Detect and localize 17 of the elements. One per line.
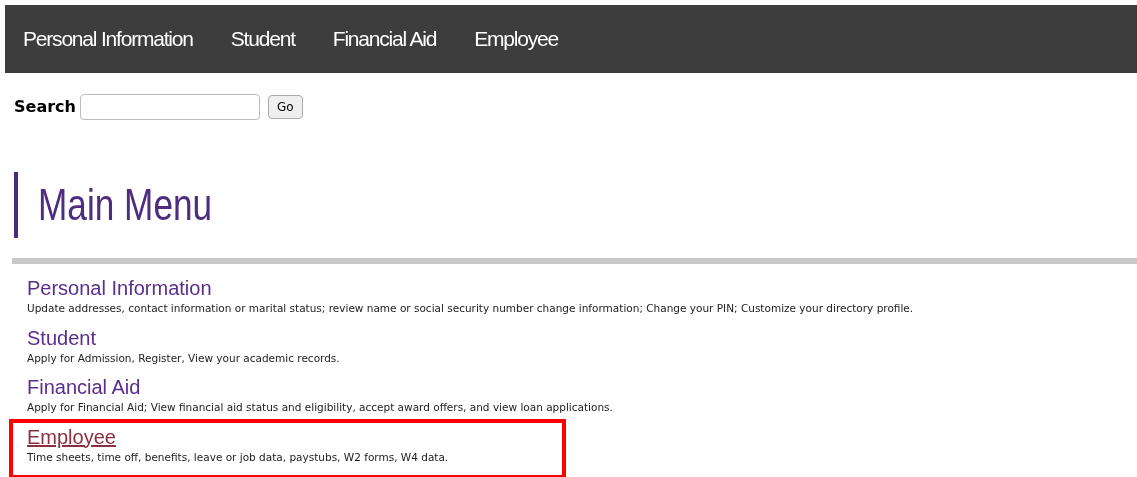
menu-link[interactable]: Employee bbox=[27, 424, 116, 449]
menu-link[interactable]: Financial Aid bbox=[27, 375, 141, 399]
heading-accent-bar bbox=[14, 172, 18, 238]
nav-link[interactable]: Student bbox=[230, 23, 295, 55]
page-heading: Main Menu bbox=[38, 179, 213, 231]
menu-description: Update addresses, contact information or marital status; review name or social security number change information; Change your PIN; Customize your directory profile. bbox=[27, 301, 914, 316]
menu-link[interactable]: Personal Information bbox=[27, 276, 212, 300]
menu-description: Apply for Admission, Register, View your academic records. bbox=[27, 350, 340, 366]
search-field[interactable] bbox=[79, 94, 260, 120]
nav-link[interactable]: Employee bbox=[474, 23, 559, 55]
menu-description: Time sheets, time off, benefits, leave or job data, paystubs, W2 forms, W4 data. bbox=[27, 449, 449, 465]
nav-link[interactable]: Financial Aid bbox=[332, 23, 437, 55]
menu-link[interactable]: Student bbox=[27, 325, 96, 350]
search-label: Search bbox=[14, 96, 76, 118]
menu-description: Apply for Financial Aid; View financial aid status and eligibility, accept award offers, and view loan applications. bbox=[27, 400, 613, 415]
nav-link[interactable]: Personal Information bbox=[23, 23, 193, 55]
go-button[interactable]: Go bbox=[267, 95, 303, 119]
